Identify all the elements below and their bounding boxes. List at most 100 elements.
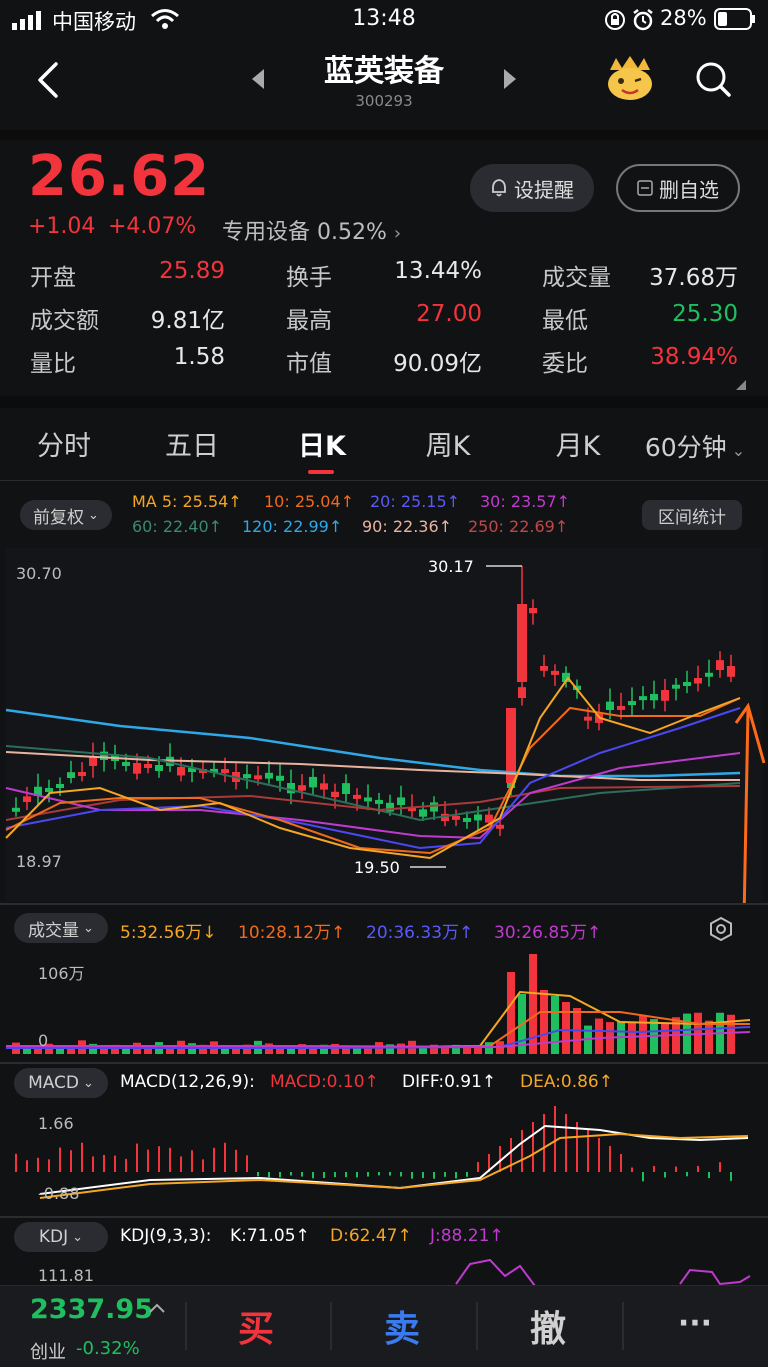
stat-value: 1.58 <box>173 344 225 370</box>
search-icon[interactable] <box>694 60 732 98</box>
buy-button[interactable]: 买 <box>200 1300 312 1352</box>
macd-select[interactable]: MACD ⌄ <box>14 1068 108 1098</box>
candle <box>23 796 31 802</box>
ma5-legend: MA 5: 25.54↑ <box>132 492 242 511</box>
candle <box>683 682 691 686</box>
stat-value: 27.00 <box>416 301 482 327</box>
minus-box-icon <box>637 180 653 196</box>
volume-select[interactable]: 成交量 ⌄ <box>14 913 108 943</box>
stat-label: 开盘 <box>30 265 76 291</box>
vol5-line <box>6 990 751 1049</box>
candle <box>353 794 361 799</box>
candle <box>518 687 526 698</box>
high-marker: 30.17 <box>428 557 474 576</box>
vol10-legend: 10:28.12万↑ <box>238 923 346 943</box>
candle <box>56 784 64 788</box>
chart-background <box>6 548 762 901</box>
sector-link[interactable]: 专用设备 0.52% › <box>222 214 401 246</box>
divider <box>622 1302 624 1350</box>
candle <box>265 772 273 779</box>
divider <box>0 903 768 905</box>
vol20-legend: 20:36.33万↑ <box>366 923 474 943</box>
expand-corner-icon[interactable] <box>736 380 746 390</box>
set-alert-button[interactable]: 设提醒 <box>470 164 594 212</box>
active-tab-indicator <box>308 470 334 474</box>
candle <box>78 772 86 776</box>
candle <box>309 776 317 788</box>
tab-weekly-k[interactable]: 周K <box>406 424 490 463</box>
interval-stats-button[interactable]: 区间统计 <box>642 500 742 530</box>
kdj-select[interactable]: KDJ ⌄ <box>14 1222 108 1252</box>
volume-axis-top: 106万 <box>38 964 85 983</box>
divider <box>185 1302 187 1350</box>
stat-label: 量比 <box>30 351 76 377</box>
sell-button[interactable]: 卖 <box>346 1300 458 1352</box>
candle <box>100 751 108 760</box>
volume-bar <box>562 1002 570 1054</box>
macd-chart[interactable] <box>0 1104 768 1214</box>
ma30-legend: 30: 23.57↑ <box>480 492 571 511</box>
candle <box>133 763 141 774</box>
macd-value: MACD:0.10↑ <box>270 1072 379 1092</box>
kline-chart[interactable] <box>0 548 768 903</box>
battery-percent: 28% <box>660 6 707 30</box>
tab-daily-k[interactable]: 日K <box>280 424 364 463</box>
chevron-down-icon: ⌄ <box>88 507 99 523</box>
chevron-up-icon[interactable] <box>148 1302 166 1314</box>
tab-intraday[interactable]: 分时 <box>22 424 106 463</box>
volume-bar <box>639 1015 647 1054</box>
remove-watchlist-button[interactable]: 删自选 <box>616 164 740 212</box>
stat-value: 37.68万 <box>649 265 738 291</box>
kdj-chart[interactable] <box>0 1256 768 1286</box>
adjust-select[interactable]: 前复权 ⌄ <box>20 500 112 530</box>
kdj-axis-top: 111.81 <box>38 1266 94 1285</box>
mascot-icon[interactable] <box>604 54 656 102</box>
next-stock-icon[interactable] <box>502 68 518 90</box>
tab-60min[interactable]: 60分钟 ⌄ <box>640 428 750 464</box>
stat-value: 25.89 <box>159 258 225 284</box>
j-value: J:88.21↑ <box>430 1226 504 1246</box>
tab-monthly-k[interactable]: 月K <box>536 424 620 463</box>
chevron-down-icon: ⌄ <box>72 1229 84 1245</box>
candle <box>463 817 471 822</box>
price-axis-bottom: 18.97 <box>16 852 62 871</box>
alarm-icon <box>633 9 653 31</box>
candle <box>144 764 152 768</box>
candle <box>298 785 306 791</box>
volume-bar <box>507 972 515 1054</box>
chevron-down-icon: ⌄ <box>726 441 746 460</box>
dea-value: DEA:0.86↑ <box>520 1072 613 1092</box>
settings-hex-icon[interactable] <box>708 916 734 942</box>
stat-value: 13.44% <box>394 258 482 284</box>
divider <box>0 396 768 408</box>
candle <box>320 783 328 790</box>
candle <box>276 775 284 781</box>
k-value: K:71.05↑ <box>230 1226 310 1246</box>
more-button[interactable]: ··· <box>640 1306 750 1341</box>
candle <box>474 814 482 821</box>
index-name: 创业 <box>30 1342 66 1363</box>
index-value[interactable]: 2337.95 <box>30 1294 153 1325</box>
candle <box>12 807 20 812</box>
divider <box>0 480 768 481</box>
tab-five-day[interactable]: 五日 <box>150 424 234 463</box>
candle <box>716 660 724 670</box>
candle <box>364 797 372 802</box>
divider <box>0 1216 768 1218</box>
candle <box>485 814 493 823</box>
vol5-legend: 5:32.56万↓ <box>120 923 217 943</box>
cancel-order-button[interactable]: 撤 <box>492 1300 604 1352</box>
stat-label: 成交量 <box>542 265 611 291</box>
j-line <box>679 1268 751 1286</box>
candle <box>45 788 53 793</box>
volume-chart[interactable] <box>0 952 768 1056</box>
volume-bar <box>551 996 559 1054</box>
set-alert-label: 设提醒 <box>514 177 574 202</box>
stat-label: 换手 <box>286 265 332 291</box>
bell-icon <box>492 179 506 197</box>
battery-icon <box>714 8 755 30</box>
remove-watchlist-label: 删自选 <box>659 177 719 202</box>
app-screen: 中国移动 13:48 28% 蓝英装备 300293 26.62 +1.04 +… <box>0 0 768 1367</box>
macd-label: MACD <box>28 1073 80 1093</box>
kdj-params: KDJ(9,3,3): <box>120 1226 212 1246</box>
